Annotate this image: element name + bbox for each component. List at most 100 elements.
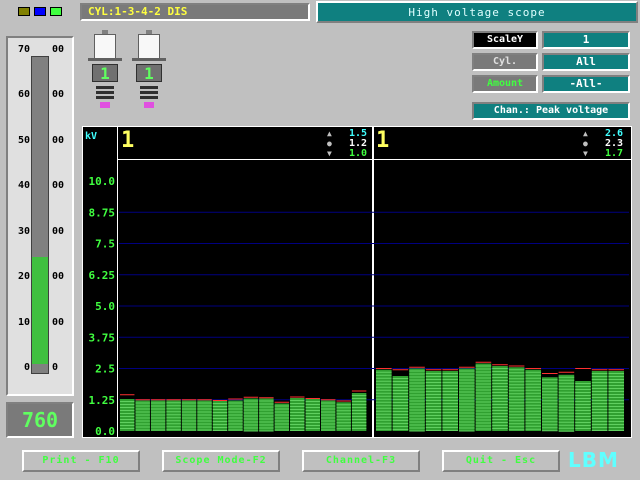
bar-stripe xyxy=(425,424,442,425)
bar-stripe xyxy=(442,382,459,383)
bar-stripe xyxy=(274,405,290,407)
bar-stripe xyxy=(320,429,336,431)
rpm-readout: 760 xyxy=(6,402,74,438)
plug-thread xyxy=(140,96,158,99)
quit-button[interactable]: Quit - Esc xyxy=(442,450,560,472)
bar-stripe xyxy=(181,417,197,419)
bar-stripe xyxy=(508,420,525,422)
cylinder-select-value[interactable]: All xyxy=(542,53,630,71)
cylinder-select-label[interactable]: Cyl. xyxy=(472,53,538,71)
bar-stripe xyxy=(228,414,243,416)
bar-stripe xyxy=(392,423,409,424)
bar-stripe xyxy=(320,423,336,425)
voltage-bar xyxy=(290,398,305,431)
bar-stripe xyxy=(575,407,591,408)
bar-stripe xyxy=(508,417,525,419)
bar-stripe xyxy=(608,400,625,401)
bar-stripe xyxy=(442,373,459,374)
bar-stripe xyxy=(259,418,274,420)
bar-stripe xyxy=(120,425,135,426)
bar-stripe xyxy=(290,400,305,401)
bar-stripe xyxy=(259,406,274,408)
bar-stripe xyxy=(425,382,442,383)
bar-stripe xyxy=(392,396,409,397)
bar-stripe xyxy=(459,373,475,375)
bar-stripe xyxy=(197,405,212,407)
bar-stripe xyxy=(475,401,492,403)
bar-stripe xyxy=(336,410,351,412)
bar-stripe xyxy=(492,392,508,393)
bar-stripe xyxy=(575,413,591,414)
bar-stripe xyxy=(274,417,290,419)
bar-stripe xyxy=(135,414,150,416)
y-axis-unit: kV xyxy=(85,131,98,142)
bar-stripe xyxy=(259,415,274,417)
bar-stripe xyxy=(320,414,336,416)
bar-stripe xyxy=(274,423,290,425)
voltage-bar xyxy=(376,369,392,431)
bar-stripe xyxy=(376,374,392,376)
bar-stripe xyxy=(542,406,558,408)
bar-stripe xyxy=(442,418,459,419)
bar-stripe xyxy=(542,412,558,414)
amount-label[interactable]: Amount xyxy=(472,75,538,93)
bar-stripe xyxy=(135,402,150,404)
bar-stripe xyxy=(320,426,336,428)
bar-stripe xyxy=(259,403,274,405)
channel-mode-label[interactable]: Chan.: Peak voltage xyxy=(472,102,630,120)
bar-stripe xyxy=(274,420,290,422)
bar-stripe xyxy=(608,382,625,383)
bar-stripe xyxy=(508,414,525,416)
bar-stripe xyxy=(228,429,243,431)
bar-stripe xyxy=(492,371,508,372)
bar-stripe xyxy=(409,412,425,414)
bar-stripe xyxy=(525,416,542,418)
bar-stripe xyxy=(425,379,442,380)
bar-stripe xyxy=(492,425,508,426)
bar-stripe xyxy=(135,420,150,422)
bar-stripe xyxy=(459,406,475,408)
bar-stripe xyxy=(166,411,181,413)
bar-stripe xyxy=(320,408,336,410)
amount-value[interactable]: -All- xyxy=(542,75,630,93)
bar-stripe xyxy=(542,391,558,393)
bar-stripe xyxy=(228,420,243,422)
scope-mode-button[interactable]: Scope Mode-F2 xyxy=(162,450,280,472)
bar-stripe xyxy=(228,423,243,425)
print-button[interactable]: Print - F10 xyxy=(22,450,140,472)
scale-y-label[interactable]: ScaleY xyxy=(472,31,538,49)
bar-stripe xyxy=(212,418,228,419)
bar-stripe xyxy=(525,392,542,394)
bar-stripe xyxy=(425,388,442,389)
bar-stripe xyxy=(425,412,442,413)
channel-button[interactable]: Channel-F3 xyxy=(302,450,420,472)
bar-stripe xyxy=(525,428,542,430)
bar-stripe xyxy=(305,416,320,417)
bar-stripe xyxy=(336,422,351,424)
bar-stripe xyxy=(542,403,558,405)
y-tick-label: 6.25 xyxy=(89,269,116,282)
bar-stripe xyxy=(409,388,425,390)
bar-stripe xyxy=(351,401,367,402)
bar-stripe xyxy=(525,380,542,382)
plug-thread xyxy=(96,96,114,99)
gauge-tick-right: 00 xyxy=(52,44,65,55)
bar-stripe xyxy=(492,404,508,405)
bar-stripe xyxy=(508,393,525,395)
bar-stripe xyxy=(197,411,212,413)
bar-stripe xyxy=(558,379,575,381)
bar-stripe xyxy=(135,411,150,413)
bar-stripe xyxy=(508,411,525,413)
bar-stripe xyxy=(181,411,197,413)
bar-stripe xyxy=(575,383,591,384)
bar-stripe xyxy=(442,409,459,410)
plug-insulator xyxy=(94,34,116,60)
bar-stripe xyxy=(336,413,351,415)
bar-stripe xyxy=(320,402,336,404)
bar-stripe xyxy=(542,427,558,429)
bar-stripe xyxy=(425,406,442,407)
bar-stripe xyxy=(259,427,274,429)
scale-y-value[interactable]: 1 xyxy=(542,31,630,49)
bar-stripe xyxy=(376,407,392,409)
bar-stripe xyxy=(558,403,575,405)
